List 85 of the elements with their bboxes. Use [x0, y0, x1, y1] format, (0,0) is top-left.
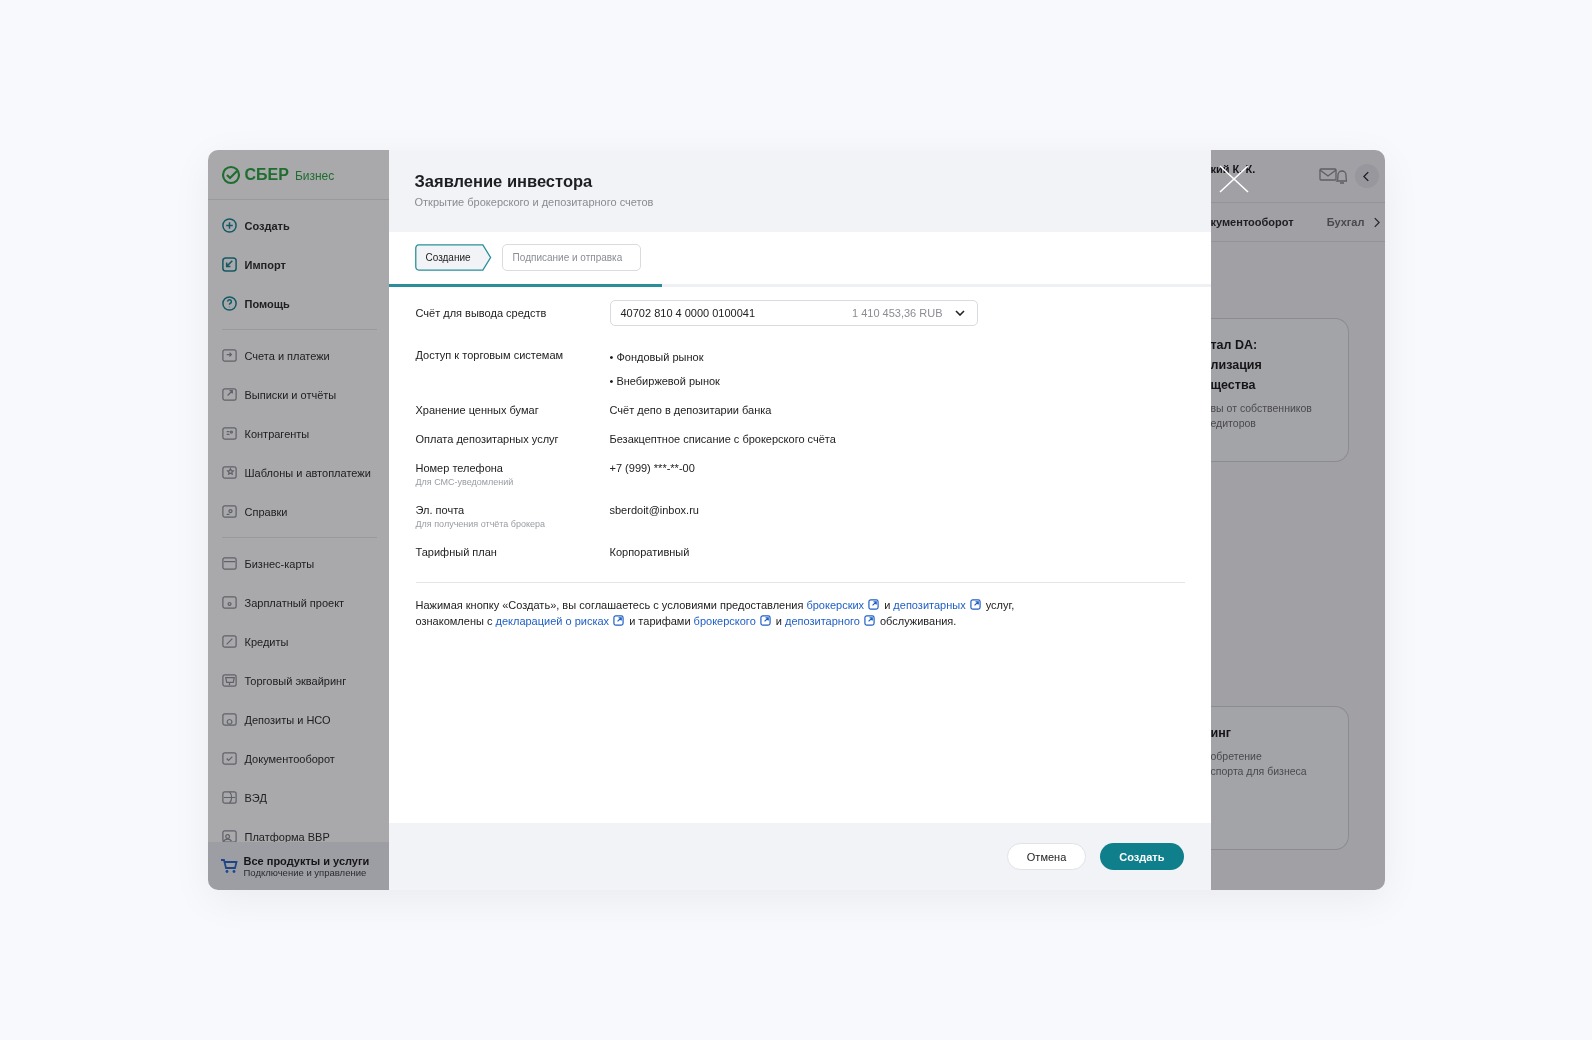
field-label: Эл. почта	[415, 504, 466, 516]
field-value: Корпоративный	[609, 545, 690, 558]
sidebar-item[interactable]: Платформа ВВР	[207, 817, 389, 842]
field-label: Номер телефона	[415, 462, 504, 474]
import-icon	[220, 256, 238, 273]
card-text: вы от собственников	[1210, 401, 1313, 416]
help-icon	[220, 295, 238, 312]
field-value: sberdoit@inbox.ru	[609, 503, 699, 518]
globe-icon	[220, 789, 238, 806]
sidebar-item[interactable]: Контрагенты	[207, 414, 389, 453]
external-link-icon	[868, 599, 880, 610]
field-value: Безакцептное списание с брокерского счёта	[609, 432, 836, 445]
document-link[interactable]: брокерских	[806, 599, 882, 611]
card-title: щества	[1210, 377, 1257, 394]
chevron-right-icon[interactable]	[1372, 216, 1380, 228]
certificate-icon	[220, 503, 238, 520]
field-label: Хранение ценных бумаг	[415, 404, 540, 416]
sidebar-item[interactable]: Документооборот	[207, 739, 389, 778]
cancel-button[interactable]: Отмена	[1006, 843, 1087, 870]
sidebar-action[interactable]: Помощь	[207, 284, 389, 323]
card-text: спорта для бизнеса	[1210, 764, 1308, 779]
card-text: едиторов	[1210, 416, 1257, 431]
star-document-icon	[220, 464, 238, 481]
field-label: Оплата депозитарных услуг	[415, 433, 560, 445]
service-card[interactable]: тал DA: лизация щества вы от собственников едиторов	[1210, 318, 1349, 462]
arrow-box-icon	[220, 347, 238, 364]
modal-title: Заявление инвестора	[414, 172, 594, 191]
account-balance: 1 410 453,36 RUB	[852, 307, 943, 319]
plus-circle-icon	[220, 217, 238, 234]
external-link-icon	[969, 599, 981, 610]
document-link[interactable]: декларацией о рисках	[495, 615, 627, 627]
external-link-icon	[759, 615, 771, 626]
field-label: Тарифный план	[415, 546, 498, 558]
sidebar-item[interactable]: Кредиты	[207, 622, 389, 661]
brand-name: СБЕР	[244, 165, 289, 184]
all-products-subtitle: Подключение и управление	[243, 866, 367, 878]
sidebar-item[interactable]: Справки	[207, 492, 389, 531]
logo-icon	[220, 164, 241, 185]
card-title: тал DA:	[1210, 337, 1259, 354]
sidebar-item[interactable]: Выписки и отчёты	[207, 375, 389, 414]
card-title: лизация	[1210, 357, 1263, 374]
list-item: • Фондовый рынок	[609, 350, 705, 363]
brand-suffix: Бизнес	[294, 167, 335, 183]
create-button[interactable]: Создать	[1100, 843, 1184, 870]
top-nav-tab[interactable]: кументооборот	[1210, 216, 1294, 228]
account-select[interactable]: 40702 810 4 0000 0100041 1 410 453,36 RUB	[609, 300, 978, 326]
card-title: инг	[1210, 725, 1232, 742]
chevron-left-icon	[1363, 170, 1370, 182]
document-link[interactable]: депозитарного	[785, 615, 877, 627]
sidebar-item[interactable]: Счета и платежи	[207, 336, 389, 375]
sidebar-action[interactable]: Создать	[207, 206, 389, 245]
field-hint: Для получения отчёта брокера	[415, 519, 547, 529]
document-link[interactable]: депозитарных	[893, 599, 983, 611]
account-number: 40702 810 4 0000 0100041	[620, 307, 757, 319]
field-hint: Для СМС-уведомлений	[415, 477, 515, 487]
step-tab[interactable]: Подписание и отправка	[501, 244, 642, 271]
collapse-button[interactable]	[1354, 164, 1379, 188]
sidebar-item[interactable]: Зарплатный проект	[207, 583, 389, 622]
external-link-icon	[613, 615, 625, 626]
sidebar-item[interactable]: Торговый эквайринг	[207, 661, 389, 700]
service-card[interactable]: инг обретение спорта для бизнеса	[1210, 706, 1349, 850]
external-link-icon	[863, 615, 875, 626]
people-icon	[220, 828, 238, 842]
modal-subtitle: Открытие брокерского и депозитарного счетов	[414, 196, 655, 208]
step-tab[interactable]: Создание	[414, 244, 492, 271]
consent-text: Нажимая кнопку «Создать», вы соглашаетесь с условиями предоставления брокерских и депозитарных услуг, ознакомлены с декларацией о рисках и тарифами брокерского и депозитарного обслуживания.	[415, 598, 1016, 629]
all-products-title: Все продукты и услуги	[243, 854, 370, 867]
sidebar-item[interactable]: Шаблоны и автоплатежи	[207, 453, 389, 492]
card-icon	[220, 555, 238, 572]
field-label: Счёт для вывода средств	[415, 307, 548, 319]
contact-document-icon	[220, 425, 238, 442]
mail-bell-icon[interactable]	[1318, 167, 1347, 185]
sidebar-item[interactable]: ВЭД	[207, 778, 389, 817]
field-value: Счёт депо в депозитарии банка	[609, 403, 772, 416]
chevron-down-icon	[954, 310, 965, 316]
checked-document-icon	[220, 750, 238, 767]
sidebar-item[interactable]: Депозиты и НСО	[207, 700, 389, 739]
list-item: • Внебиржевой рынок	[609, 374, 720, 387]
document-link[interactable]: брокерского	[693, 615, 773, 627]
all-products-link[interactable]: Все продукты и услуги Подключение и управление	[207, 842, 389, 890]
sidebar-action[interactable]: Импорт	[207, 245, 389, 284]
card-text: обретение	[1210, 749, 1263, 764]
sidebar-item[interactable]: Бизнес-карты	[207, 544, 389, 583]
field-label: Доступ к торговым системам	[415, 349, 565, 361]
field-value: +7 (999) ***-**-00	[609, 461, 695, 476]
